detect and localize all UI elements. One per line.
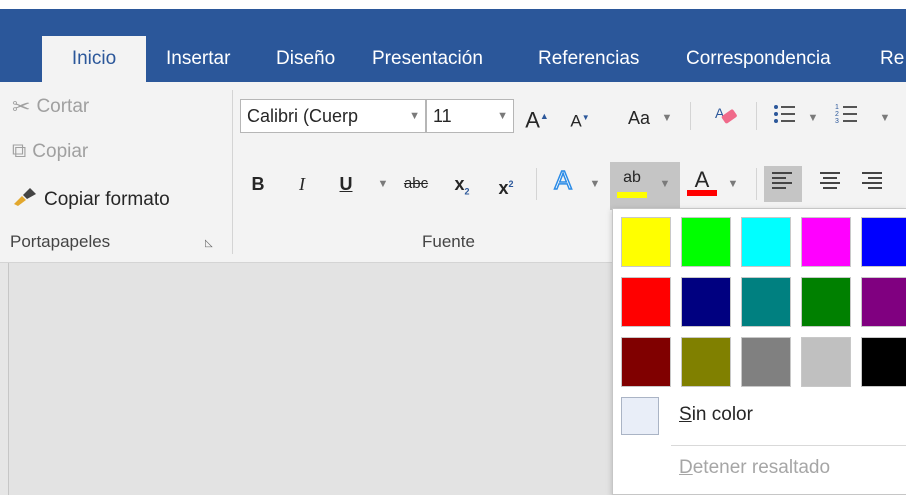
toolbar-divider <box>756 102 757 130</box>
shrink-font-button[interactable]: A▼ <box>566 104 594 136</box>
chevron-down-icon: ▼ <box>497 110 508 122</box>
font-color-icon: A <box>694 167 710 192</box>
superscript-label: x <box>498 178 509 198</box>
chevron-down-icon[interactable]: ▼ <box>376 170 390 198</box>
menu-separator <box>671 445 906 446</box>
cut-button[interactable]: ✂ Cortar <box>12 94 89 120</box>
color-swatch[interactable] <box>741 217 791 267</box>
cut-label: Cortar <box>36 96 90 117</box>
highlighter-icon: ab <box>623 169 641 186</box>
ribbon-tab-bar: Inicio Insertar Diseño Presentación Refe… <box>0 0 906 91</box>
no-color-label: Sin color <box>679 404 753 425</box>
clear-formatting-button[interactable]: A <box>710 102 742 136</box>
color-swatch[interactable] <box>681 337 731 387</box>
format-painter-button[interactable]: Copiar formato <box>12 186 170 214</box>
color-swatch[interactable] <box>801 337 851 387</box>
clipboard-group-label: Portapapeles <box>10 232 111 251</box>
change-case-icon: Aa <box>627 108 651 128</box>
copy-label: Copiar <box>32 140 89 162</box>
svg-text:2: 2 <box>835 111 839 118</box>
grow-font-button[interactable]: A▲ <box>522 102 552 134</box>
scissors-icon: ✂ <box>12 94 31 119</box>
change-case-button[interactable]: Aa <box>622 104 656 132</box>
color-swatch[interactable] <box>621 337 671 387</box>
paintbrush-icon <box>12 186 38 214</box>
subscript-button[interactable]: x2 <box>446 170 478 206</box>
color-swatch[interactable] <box>801 217 851 267</box>
chevron-down-icon[interactable]: ▼ <box>658 170 672 198</box>
highlight-color-bar <box>617 192 647 198</box>
toolbar-divider <box>690 102 691 130</box>
align-center-icon <box>820 172 842 194</box>
clipboard-dialog-launcher-icon[interactable]: ◺ <box>205 238 217 250</box>
font-name-combo[interactable]: Calibri (Cuerp ▼ <box>240 99 426 133</box>
chevron-down-icon[interactable]: ▼ <box>878 104 892 132</box>
no-color-swatch <box>621 397 659 435</box>
color-swatch[interactable] <box>621 277 671 327</box>
highlight-color-menu: Sin color Detener resaltado <box>612 208 906 495</box>
subscript-label: x <box>454 174 465 194</box>
color-swatch[interactable] <box>861 337 906 387</box>
underline-button[interactable]: U <box>334 170 358 198</box>
chevron-down-icon[interactable]: ▼ <box>660 104 674 132</box>
align-left-icon <box>772 172 794 194</box>
chevron-down-icon: ▼ <box>409 110 420 122</box>
copy-button[interactable]: ⧉ Copiar <box>12 140 88 163</box>
bullet-list-icon <box>773 105 797 130</box>
format-painter-label: Copiar formato <box>44 189 170 210</box>
superscript-mark: 2 <box>508 179 514 189</box>
italic-button[interactable]: I <box>290 170 314 198</box>
color-swatch[interactable] <box>861 277 906 327</box>
color-swatch[interactable] <box>861 217 906 267</box>
shrink-font-icon: A <box>570 111 582 131</box>
highlight-color-button[interactable]: ab <box>612 164 652 198</box>
toolbar-divider <box>536 168 537 200</box>
color-swatch[interactable] <box>741 337 791 387</box>
group-divider <box>232 90 233 254</box>
stop-highlighting-option: Detener resaltado <box>679 457 831 478</box>
grow-font-icon: A <box>525 107 540 133</box>
font-group-label: Fuente <box>422 232 475 251</box>
eraser-icon: A <box>713 105 739 132</box>
numbered-list-icon: 1 2 3 <box>835 104 859 130</box>
numbering-button[interactable]: 1 2 3 <box>832 102 862 134</box>
font-size-value: 11 <box>433 106 452 126</box>
color-swatch[interactable] <box>681 277 731 327</box>
align-right-button[interactable] <box>858 170 888 198</box>
align-left-button[interactable] <box>768 170 798 198</box>
align-center-button[interactable] <box>816 170 846 198</box>
text-effects-button[interactable]: A <box>548 165 578 195</box>
color-swatch[interactable] <box>681 217 731 267</box>
color-swatch[interactable] <box>741 277 791 327</box>
font-color-button[interactable]: A <box>686 166 718 196</box>
document-border <box>8 263 9 495</box>
copy-icon: ⧉ <box>12 140 27 162</box>
superscript-button[interactable]: x2 <box>490 170 522 202</box>
font-name-value: Calibri (Cuerp <box>247 106 359 126</box>
align-right-icon <box>862 172 884 194</box>
no-color-option[interactable]: Sin color <box>621 397 906 437</box>
chevron-down-icon[interactable]: ▼ <box>726 170 740 198</box>
toolbar-divider <box>756 168 757 200</box>
svg-text:3: 3 <box>835 118 839 125</box>
bullets-button[interactable] <box>770 102 800 134</box>
strikethrough-button[interactable]: abc <box>398 170 434 198</box>
font-size-combo[interactable]: 11 ▼ <box>426 99 514 133</box>
svg-text:1: 1 <box>835 104 839 111</box>
chevron-down-icon[interactable]: ▼ <box>588 170 602 198</box>
subscript-mark: 2 <box>464 186 470 197</box>
color-swatch[interactable] <box>801 277 851 327</box>
bold-button[interactable]: B <box>246 170 270 198</box>
color-swatch[interactable] <box>621 217 671 267</box>
chevron-down-icon[interactable]: ▼ <box>806 104 820 132</box>
